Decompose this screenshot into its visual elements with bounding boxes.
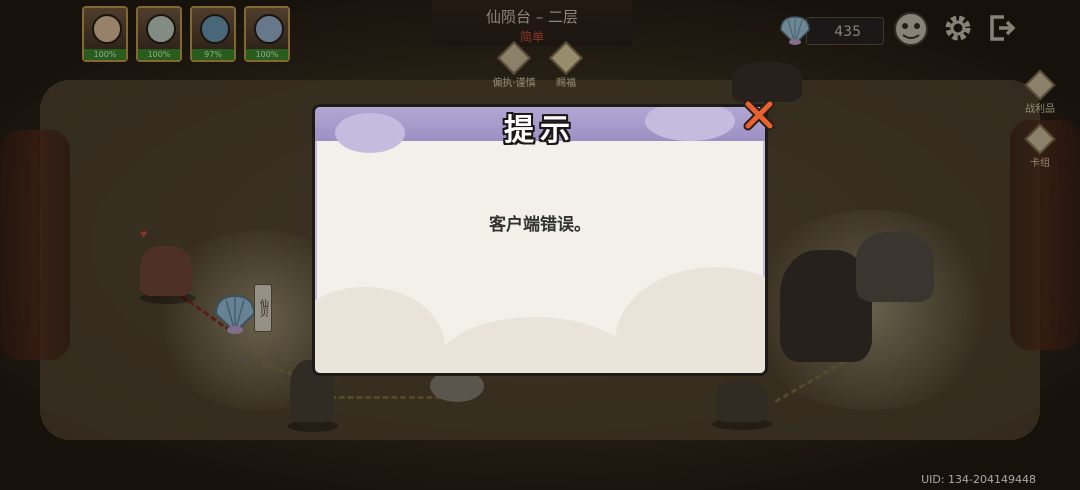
alert-dialog: 提示 客户端错误。 (312, 104, 768, 376)
close-button[interactable] (742, 98, 776, 132)
body-cloud (435, 317, 635, 373)
dialog-message: 客户端错误。 (489, 215, 591, 235)
body-cloud (315, 287, 445, 373)
dialog-title: 提示 (504, 113, 576, 148)
close-icon (743, 99, 775, 131)
body-cloud (615, 267, 765, 373)
